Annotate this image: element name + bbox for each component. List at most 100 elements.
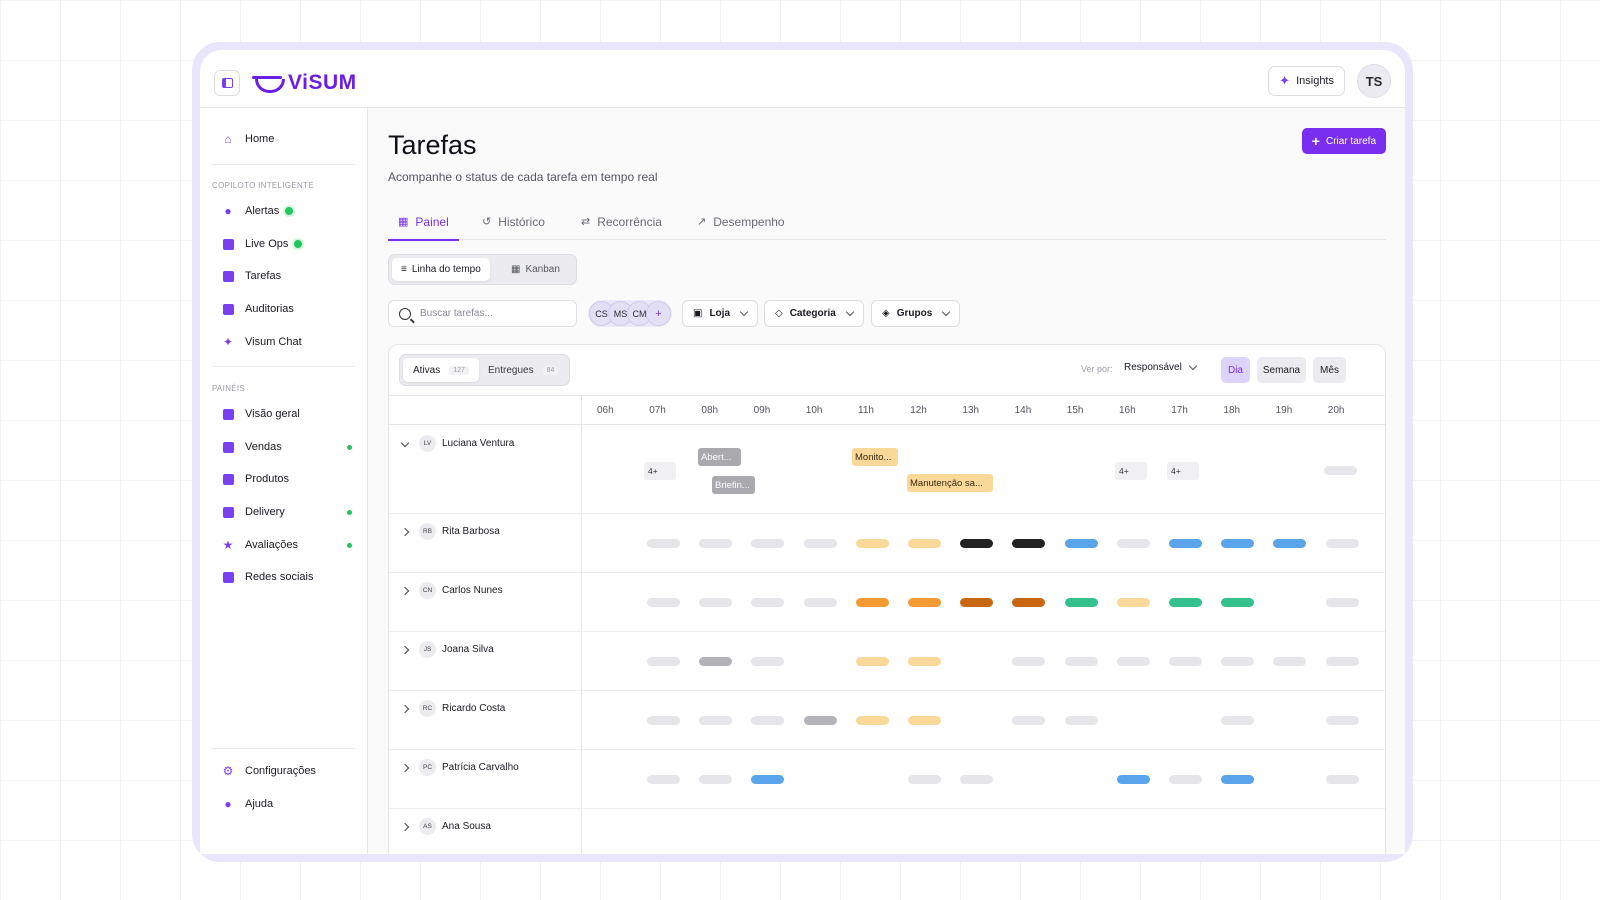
task-bar[interactable] [1221,716,1255,725]
view-timeline-button[interactable]: ≡ Linha do tempo [392,258,490,281]
assignee-name[interactable]: Carlos Nunes [442,585,503,596]
task-bar[interactable] [699,775,733,784]
task-bar[interactable] [1169,598,1202,607]
task-bar[interactable] [1012,657,1046,666]
task-bar[interactable] [699,598,733,607]
assignee-name[interactable]: Luciana Ventura [442,438,514,449]
task-bar[interactable] [1221,539,1255,548]
task-bar[interactable] [647,716,680,725]
view-by-select[interactable]: Responsável [1124,361,1198,373]
task-event[interactable]: Monito... [852,448,898,466]
assignee-name[interactable]: Rita Barbosa [442,526,500,537]
sidebar-item-vendas[interactable]: Vendas [222,437,352,457]
more-tasks-badge[interactable]: 4+ [1167,462,1199,480]
sidebar-item-avaliacoes[interactable]: ★ Avaliações [222,535,352,555]
task-bar[interactable] [1325,716,1359,725]
search-input[interactable] [420,308,560,319]
sidebar-item-visao-geral[interactable]: Visão geral [222,404,352,424]
task-bar[interactable] [1221,657,1255,666]
task-bar[interactable] [855,657,889,666]
segment-entregues[interactable]: Entregues 84 [478,358,568,382]
task-bar[interactable] [1169,657,1202,666]
chevron-right-icon[interactable] [400,645,410,655]
task-bar[interactable] [1064,657,1098,666]
task-bar[interactable] [751,598,785,607]
task-bar[interactable] [647,657,680,666]
task-bar[interactable] [1221,775,1255,784]
logo[interactable]: ViSUM [252,71,357,95]
task-bar[interactable] [1169,775,1202,784]
chevron-right-icon[interactable] [400,763,410,773]
chevron-right-icon[interactable] [400,704,410,714]
task-bar[interactable] [803,539,837,548]
task-bar[interactable] [699,657,733,666]
task-bar[interactable] [1273,539,1307,548]
task-bar[interactable] [1116,775,1150,784]
task-bar[interactable] [1064,539,1098,548]
create-task-button[interactable]: + Criar tarefa [1301,128,1386,154]
task-bar[interactable] [751,657,785,666]
period-semana-button[interactable]: Semana [1257,357,1306,383]
task-bar[interactable] [1325,775,1359,784]
task-bar[interactable] [960,775,994,784]
task-bar[interactable] [1064,716,1098,725]
assignee-name[interactable]: Ricardo Costa [442,703,505,714]
task-bar[interactable] [1273,657,1307,666]
chevron-right-icon[interactable] [400,527,410,537]
task-bar[interactable] [908,716,941,725]
task-bar[interactable] [1325,657,1359,666]
task-bar[interactable] [855,716,889,725]
task-bar[interactable] [1324,466,1357,475]
assignee-name[interactable]: Patrícia Carvalho [442,762,519,773]
task-bar[interactable] [960,539,994,548]
task-event[interactable]: Abert... [698,448,741,466]
task-bar[interactable] [647,598,680,607]
task-bar[interactable] [1012,539,1046,548]
task-bar[interactable] [908,775,941,784]
add-assignee-chip[interactable]: + [646,301,671,326]
task-bar[interactable] [647,539,680,548]
task-bar[interactable] [908,657,941,666]
task-bar[interactable] [1012,598,1046,607]
sidebar-item-alertas[interactable]: ● Alertas [222,201,352,221]
task-bar[interactable] [1325,598,1359,607]
sidebar-item-delivery[interactable]: Delivery [222,502,352,522]
tab-desempenho[interactable]: ↗ Desempenho [697,212,785,240]
task-bar[interactable] [960,598,994,607]
chevron-right-icon[interactable] [400,586,410,596]
task-bar[interactable] [1169,539,1202,548]
task-event[interactable]: Briefin... [712,476,755,494]
task-bar[interactable] [855,539,889,548]
task-bar[interactable] [751,716,785,725]
sidebar-item-live-ops[interactable]: Live Ops [222,234,352,254]
chevron-right-icon[interactable] [400,822,410,832]
sidebar-item-ajuda[interactable]: ● Ajuda [222,794,352,814]
task-bar[interactable] [699,716,733,725]
sidebar-toggle-button[interactable] [214,70,240,96]
task-bar[interactable] [803,598,837,607]
user-avatar[interactable]: TS [1357,64,1391,98]
tab-historico[interactable]: ↺ Histórico [482,212,545,240]
assignee-chips[interactable]: CS MS CM + [588,300,672,327]
sidebar-item-configuracoes[interactable]: ⚙ Configurações [222,761,352,781]
more-tasks-badge[interactable]: 4+ [644,462,676,480]
filter-categoria-button[interactable]: ◇ Categoria [764,300,864,327]
task-bar[interactable] [1012,716,1046,725]
sidebar-item-redes-sociais[interactable]: Redes sociais [222,567,352,587]
task-bar[interactable] [1325,539,1359,548]
filter-grupos-button[interactable]: ◈ Grupos [871,300,961,327]
task-bar[interactable] [1116,657,1150,666]
task-bar[interactable] [855,598,889,607]
task-bar[interactable] [699,539,733,548]
period-mes-button[interactable]: Mês [1313,357,1346,383]
sidebar-item-produtos[interactable]: Produtos [222,469,352,489]
assignee-name[interactable]: Joana Silva [442,644,494,655]
assignee-name[interactable]: Ana Sousa [442,821,491,832]
sidebar-item-tarefas[interactable]: Tarefas [222,266,352,286]
task-bar[interactable] [647,775,680,784]
task-bar[interactable] [803,716,837,725]
task-bar[interactable] [1064,598,1098,607]
task-bar[interactable] [908,539,941,548]
tab-recorrencia[interactable]: ⇄ Recorrência [581,212,662,240]
task-bar[interactable] [1116,598,1150,607]
